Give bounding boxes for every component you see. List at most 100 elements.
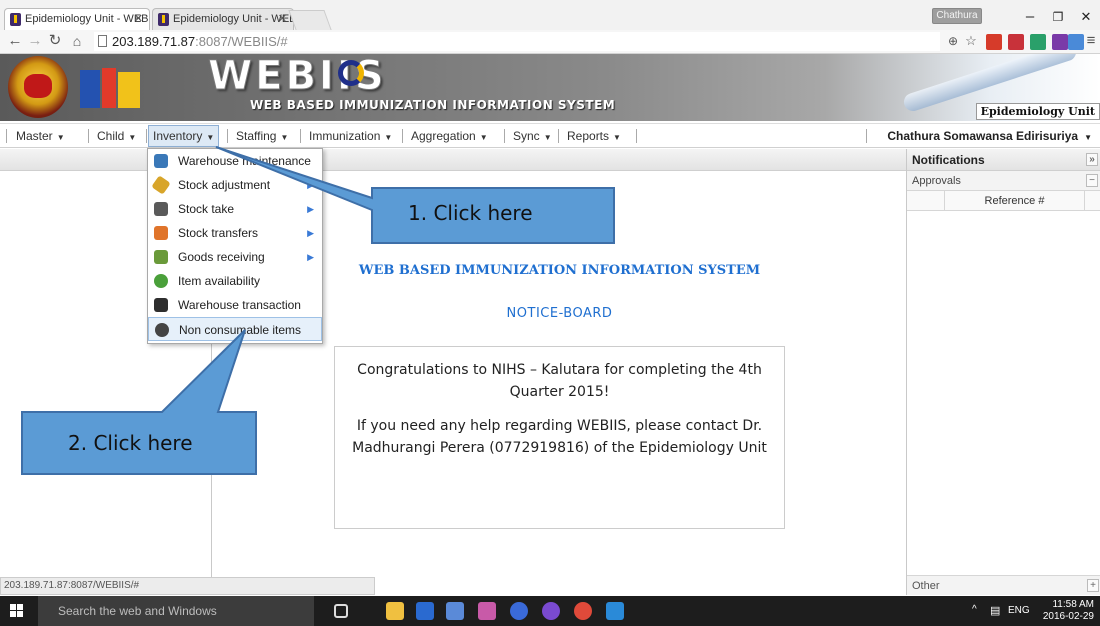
caret-down-icon: ▼ bbox=[56, 133, 65, 142]
new-tab-button[interactable] bbox=[288, 10, 332, 30]
app-icon[interactable] bbox=[510, 602, 528, 620]
forward-arrow-icon[interactable]: → bbox=[26, 32, 44, 50]
extension-icon[interactable] bbox=[986, 34, 1002, 50]
profile-chip[interactable]: Chathura bbox=[932, 8, 982, 24]
tab-close-icon[interactable]: ✕ bbox=[278, 9, 287, 30]
app-subtitle: WEB BASED IMMUNIZATION INFORMATION SYSTE… bbox=[250, 98, 616, 112]
menu-item-non-consumable-items[interactable]: Non consumable items bbox=[148, 317, 322, 341]
menu-item-label: Warehouse transaction bbox=[178, 298, 301, 312]
task-view-icon[interactable] bbox=[334, 604, 348, 618]
menu-label: Immunization bbox=[309, 129, 381, 143]
caret-down-icon: ▼ bbox=[543, 133, 552, 142]
windows-start-icon[interactable] bbox=[10, 604, 24, 618]
other-section[interactable]: Other + bbox=[907, 575, 1100, 595]
tab-title: Epidemiology Unit - WEBI bbox=[173, 13, 294, 25]
file-explorer-icon[interactable] bbox=[386, 602, 404, 620]
tab-close-icon[interactable]: ✕ bbox=[134, 9, 143, 30]
collapse-section-icon[interactable]: − bbox=[1086, 174, 1098, 187]
stock-take-icon bbox=[154, 202, 168, 216]
onenote-icon[interactable] bbox=[1052, 34, 1068, 50]
menu-label: Sync bbox=[513, 129, 540, 143]
menu-reports[interactable]: Reports ▼ bbox=[567, 124, 621, 148]
browser-tab[interactable]: Epidemiology Unit - WEBI ✕ bbox=[152, 8, 294, 30]
maximize-button[interactable]: ❐ bbox=[1044, 6, 1072, 28]
zoom-icon[interactable]: ⊕ bbox=[944, 32, 962, 50]
taskbar-search-box[interactable]: Search the web and Windows bbox=[38, 596, 314, 626]
chrome-icon[interactable] bbox=[574, 602, 592, 620]
submenu-arrow-icon: ▶ bbox=[307, 204, 314, 214]
menu-item-stock-take[interactable]: Stock take ▶ bbox=[148, 197, 322, 221]
action-center-icon[interactable]: ▤ bbox=[990, 604, 1000, 617]
caret-down-icon: ▼ bbox=[479, 133, 488, 142]
url-host: 203.189.71.87 bbox=[112, 34, 196, 49]
home-icon[interactable]: ⌂ bbox=[68, 32, 86, 50]
url-path: :8087/WEBIIS/# bbox=[195, 34, 288, 49]
hangouts-icon[interactable] bbox=[1030, 34, 1046, 50]
approvals-section[interactable]: Approvals − bbox=[907, 171, 1100, 191]
menu-item-label: Stock transfers bbox=[178, 226, 259, 240]
goods-receiving-icon bbox=[154, 250, 168, 264]
item-availability-icon bbox=[154, 274, 168, 288]
back-arrow-icon[interactable]: ← bbox=[6, 32, 24, 50]
menu-child[interactable]: Child ▼ bbox=[97, 124, 136, 148]
menu-item-label: Goods receiving bbox=[178, 250, 265, 264]
menu-item-stock-transfers[interactable]: Stock transfers ▶ bbox=[148, 221, 322, 245]
chrome-menu-icon[interactable]: ≡ bbox=[1082, 32, 1100, 50]
caret-down-icon: ▼ bbox=[280, 133, 289, 142]
ribbon-logo bbox=[330, 60, 372, 94]
reload-icon[interactable]: ↻ bbox=[46, 32, 64, 50]
menu-item-warehouse-transaction[interactable]: Warehouse transaction bbox=[148, 293, 322, 317]
language-indicator[interactable]: ENG bbox=[1008, 605, 1030, 616]
menu-immunization[interactable]: Immunization ▼ bbox=[309, 124, 392, 148]
menu-master[interactable]: Master ▼ bbox=[16, 124, 65, 148]
app-icon[interactable] bbox=[446, 602, 464, 620]
caret-down-icon: ▼ bbox=[613, 133, 621, 142]
tray-up-arrow-icon[interactable]: ^ bbox=[972, 604, 977, 615]
expand-section-icon[interactable]: + bbox=[1087, 579, 1099, 592]
clock-time: 11:58 AM bbox=[1052, 599, 1094, 610]
app-icon[interactable] bbox=[606, 602, 624, 620]
warehouse-transaction-icon bbox=[154, 298, 168, 312]
unit-label: Epidemiology Unit bbox=[975, 103, 1100, 120]
menu-label: Aggregation bbox=[411, 129, 476, 143]
menu-inventory[interactable]: Inventory ▼ bbox=[148, 125, 220, 147]
notifications-panel: Notifications » Approvals − Reference # … bbox=[906, 149, 1100, 595]
caret-down-icon: ▼ bbox=[1084, 133, 1092, 142]
clock-date: 2016-02-29 bbox=[1042, 611, 1094, 622]
caret-down-icon: ▼ bbox=[128, 133, 137, 142]
webiis-favicon-icon bbox=[10, 13, 21, 26]
collapse-panel-icon[interactable]: » bbox=[1086, 153, 1098, 166]
windows-taskbar: Search the web and Windows ^ ▤ ENG 11:58… bbox=[0, 596, 1100, 626]
menu-item-goods-receiving[interactable]: Goods receiving ▶ bbox=[148, 245, 322, 269]
browser-tab-strip: Epidemiology Unit - WEBII ✕ Epidemiology… bbox=[0, 0, 1100, 30]
gmail-icon[interactable] bbox=[1008, 34, 1024, 50]
viber-icon[interactable] bbox=[542, 602, 560, 620]
close-window-button[interactable]: ✕ bbox=[1072, 6, 1100, 28]
user-menu[interactable]: Chathura Somawansa Edirisuriya ▼ bbox=[887, 124, 1092, 148]
minimize-button[interactable]: – bbox=[1016, 6, 1044, 28]
menu-item-label: Warehouse maintenance bbox=[178, 154, 311, 168]
menu-item-warehouse-maintenance[interactable]: Warehouse maintenance bbox=[148, 149, 322, 173]
browser-tab-active[interactable]: Epidemiology Unit - WEBII ✕ bbox=[4, 8, 150, 30]
page-icon bbox=[98, 35, 107, 47]
clock[interactable]: 11:58 AM 2016-02-29 bbox=[1043, 599, 1094, 623]
menu-label: Child bbox=[97, 129, 125, 143]
store-icon[interactable] bbox=[416, 602, 434, 620]
bookmark-star-icon[interactable]: ☆ bbox=[962, 32, 980, 50]
approvals-grid-header: Reference # bbox=[907, 191, 1100, 211]
menu-label: Reports bbox=[567, 129, 610, 143]
menu-sync[interactable]: Sync ▼ bbox=[513, 124, 552, 148]
menu-label: Inventory bbox=[153, 129, 203, 143]
header-banner: WEBIIS WEB BASED IMMUNIZATION INFORMATIO… bbox=[0, 54, 1100, 121]
address-bar[interactable]: 203.189.71.87:8087/WEBIIS/# bbox=[94, 32, 940, 51]
menu-aggregation[interactable]: Aggregation ▼ bbox=[411, 124, 488, 148]
other-label: Other bbox=[912, 580, 940, 592]
warehouse-icon bbox=[154, 154, 168, 168]
notice-board: Congratulations to NIHS – Kalutara for c… bbox=[334, 346, 785, 529]
menu-staffing[interactable]: Staffing ▼ bbox=[236, 124, 288, 148]
menu-item-item-availability[interactable]: Item availability bbox=[148, 269, 322, 293]
menu-label: Master bbox=[16, 129, 53, 143]
menu-item-stock-adjustment[interactable]: Stock adjustment ▶ bbox=[148, 173, 322, 197]
reference-column-header[interactable]: Reference # bbox=[945, 191, 1085, 211]
app-icon[interactable] bbox=[478, 602, 496, 620]
